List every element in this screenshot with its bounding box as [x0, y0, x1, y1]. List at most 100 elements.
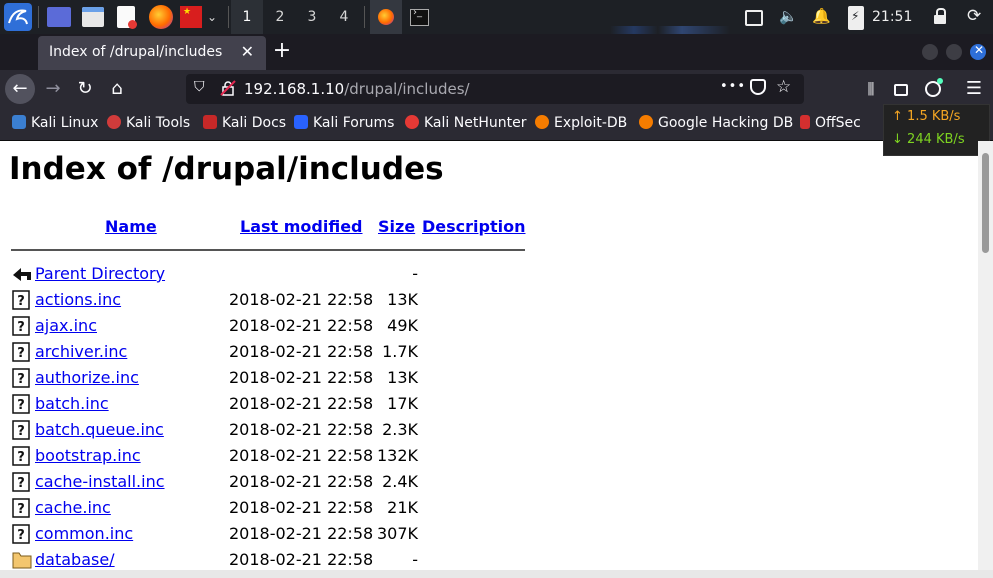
bookmark-kali-forums[interactable]: Kali Forums [294, 115, 394, 131]
display-icon[interactable] [745, 10, 763, 26]
bookmark-google-hacking-db[interactable]: Google Hacking DB [639, 115, 793, 131]
sidebar-button[interactable] [886, 74, 916, 104]
bookmark-kali-nethunter[interactable]: Kali NetHunter [405, 115, 526, 131]
divider [11, 249, 525, 251]
svg-text:?: ? [17, 294, 25, 309]
workspace-3[interactable]: 3 [296, 0, 328, 34]
workspace-4[interactable]: 4 [328, 0, 360, 34]
workspace-switcher-icon[interactable] [47, 7, 71, 27]
kali-forums-icon [294, 115, 308, 129]
kali-menu-icon[interactable] [4, 3, 32, 31]
scrollbar-thumb[interactable] [982, 153, 989, 253]
vertical-scrollbar[interactable] [978, 141, 993, 578]
file-date: 2018-02-21 22:58 [229, 368, 374, 387]
bookmark-kali-tools[interactable]: Kali Tools [107, 115, 190, 131]
bookmark-kali-linux[interactable]: Kali Linux [12, 115, 98, 131]
bookmark-exploit-db[interactable]: Exploit-DB [535, 115, 627, 131]
text-editor-icon[interactable] [117, 6, 137, 29]
workspace-1[interactable]: 1 [231, 0, 263, 34]
minimize-button[interactable] [922, 44, 938, 60]
star-icon[interactable]: ☆ [776, 77, 791, 97]
clock[interactable]: 21:51 [872, 0, 912, 34]
kali-linux-icon [12, 115, 26, 129]
upload-speed: ↑ 1.5 KB/s [892, 109, 961, 124]
maximize-button[interactable] [946, 44, 962, 60]
hamburger-menu-icon: ☰ [965, 78, 983, 99]
url-bar[interactable]: ⛉ 192.168.1.10/drupal/includes/ ••• ☆ [186, 74, 804, 104]
menu-button[interactable]: ☰ [959, 74, 989, 104]
firefox-window-icon [378, 9, 394, 25]
svg-text:?: ? [17, 424, 25, 439]
file-date: 2018-02-21 22:58 [229, 316, 374, 335]
svg-text:?: ? [17, 346, 25, 361]
back-button[interactable]: ← [5, 74, 35, 104]
file-link[interactable]: authorize.inc [35, 368, 139, 387]
new-tab-button[interactable]: + [272, 38, 292, 66]
bookmark-kali-docs[interactable]: Kali Docs [203, 115, 286, 131]
battery-icon[interactable]: ⚡ [848, 6, 864, 30]
kali-docs-icon [203, 115, 217, 129]
insecure-lock-icon[interactable] [220, 80, 236, 96]
file-link[interactable]: cache.inc [35, 498, 111, 517]
svg-text:?: ? [17, 320, 25, 335]
file-link[interactable]: bootstrap.inc [35, 446, 141, 465]
reload-button[interactable]: ↻ [70, 74, 100, 104]
url-text: 192.168.1.10/drupal/includes/ [244, 80, 470, 98]
sync-dot-icon [937, 78, 943, 84]
file-link[interactable]: actions.inc [35, 290, 121, 309]
column-header-last-modified[interactable]: Last modified [240, 217, 363, 236]
unknown-file-icon: ? [12, 498, 30, 518]
chevron-down-icon[interactable]: ⌄ [207, 7, 221, 27]
terminal-icon[interactable]: ›_ [410, 7, 429, 26]
taskbar-firefox-window[interactable] [370, 0, 402, 34]
flag-icon[interactable]: ★ [180, 6, 202, 28]
file-date: 2018-02-21 22:58 [229, 394, 374, 413]
kali-nethunter-icon [405, 115, 419, 129]
column-header-description[interactable]: Description [422, 217, 525, 236]
bookmark-offsec[interactable]: OffSec [800, 115, 861, 131]
account-button[interactable] [918, 74, 948, 104]
shield-icon[interactable]: ⛉ [194, 79, 205, 95]
table-row: ? authorize.inc 2018-02-21 22:58 13K [0, 366, 560, 392]
column-header-size[interactable]: Size [378, 217, 415, 236]
lock-icon[interactable] [934, 8, 946, 24]
back-arrow-icon [12, 264, 31, 284]
file-link[interactable]: database/ [35, 550, 115, 569]
file-link[interactable]: batch.inc [35, 394, 109, 413]
reload-icon: ↻ [77, 78, 93, 99]
file-date: 2018-02-21 22:58 [229, 472, 374, 491]
firefox-icon[interactable] [149, 5, 173, 29]
tab-title: Index of /drupal/includes [49, 44, 223, 60]
workspace-2[interactable]: 2 [264, 0, 296, 34]
file-link[interactable]: batch.queue.inc [35, 420, 164, 439]
arrow-left-icon: ← [12, 78, 28, 99]
page-actions-button[interactable]: ••• [720, 79, 746, 94]
file-manager-icon[interactable] [82, 7, 104, 27]
url-host: 192.168.1.10 [244, 80, 345, 98]
close-icon[interactable]: ✕ [241, 42, 254, 61]
file-link[interactable]: archiver.inc [35, 342, 127, 361]
unknown-file-icon: ? [12, 368, 30, 388]
file-link[interactable]: Parent Directory [35, 264, 165, 283]
file-link[interactable]: common.inc [35, 524, 133, 543]
volume-icon[interactable]: 🔈 [779, 7, 798, 25]
forward-button[interactable]: → [38, 74, 68, 104]
column-header-name[interactable]: Name [105, 217, 157, 236]
file-size: - [412, 550, 418, 569]
power-icon[interactable]: ⟳ [967, 6, 981, 26]
file-date: 2018-02-21 22:58 [229, 550, 374, 569]
folder-icon [12, 550, 32, 570]
pocket-icon[interactable] [750, 79, 766, 95]
notification-bell-icon[interactable]: 🔔 [812, 7, 831, 25]
window-close-button[interactable]: ✕ [970, 43, 986, 60]
file-link[interactable]: cache-install.inc [35, 472, 165, 491]
file-size: 2.4K [382, 472, 418, 491]
library-button[interactable]: ⫼ [856, 74, 886, 104]
table-row: ? batch.inc 2018-02-21 22:58 17K [0, 392, 560, 418]
tab-current[interactable]: Index of /drupal/includes ✕ [38, 36, 266, 70]
url-path: /drupal/includes/ [344, 80, 470, 98]
file-date: 2018-02-21 22:58 [229, 342, 374, 361]
table-row: ? common.inc 2018-02-21 22:58 307K [0, 522, 560, 548]
file-link[interactable]: ajax.inc [35, 316, 97, 335]
home-button[interactable]: ⌂ [102, 74, 132, 104]
